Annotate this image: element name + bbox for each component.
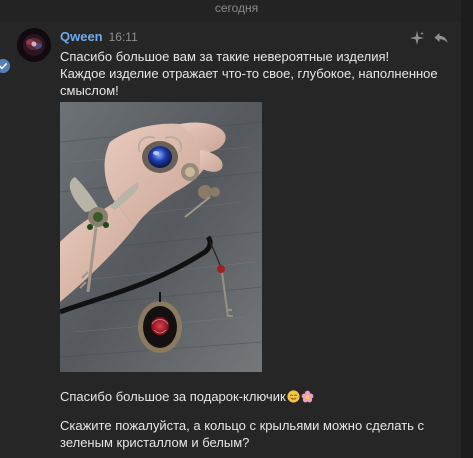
message-text-2: Спасибо большое за подарок-ключик — [60, 388, 450, 405]
reply-arrow-icon[interactable] — [433, 30, 449, 46]
smiling-face-emoji-icon — [287, 390, 300, 403]
message[interactable]: Qween 16:11 Спасибо большое вам за такие … — [0, 22, 461, 458]
message-text-1: Спасибо большое вам за такие невероятные… — [60, 48, 450, 99]
avatar-image — [17, 28, 51, 62]
message-text-2-content: Спасибо большое за подарок-ключик — [60, 389, 286, 404]
message-time[interactable]: 16:11 — [109, 30, 138, 44]
message-actions — [409, 30, 449, 46]
message-header: Qween 16:11 — [60, 29, 138, 45]
photo-attachment[interactable] — [60, 102, 262, 372]
blossom-emoji-icon — [301, 390, 313, 403]
date-separator: сегодня — [214, 1, 259, 15]
sparkle-star-icon[interactable] — [409, 30, 425, 46]
jewelry-photo — [60, 102, 262, 372]
author-name[interactable]: Qween — [60, 29, 103, 44]
chat-view: сегодня Qween 16:11 Спасибо большое вам … — [0, 0, 473, 458]
avatar[interactable] — [17, 28, 51, 62]
check-circle-icon — [0, 59, 10, 73]
message-text-3: Скажите пожалуйста, а кольцо с крыльями … — [60, 418, 425, 450]
message-text-1-line-1: Спасибо большое вам за такие невероятные… — [60, 49, 390, 64]
message-text-1-line-2: Каждое изделие отражает что-то свое, глу… — [60, 66, 438, 98]
scrollbar-track[interactable] — [461, 0, 473, 458]
